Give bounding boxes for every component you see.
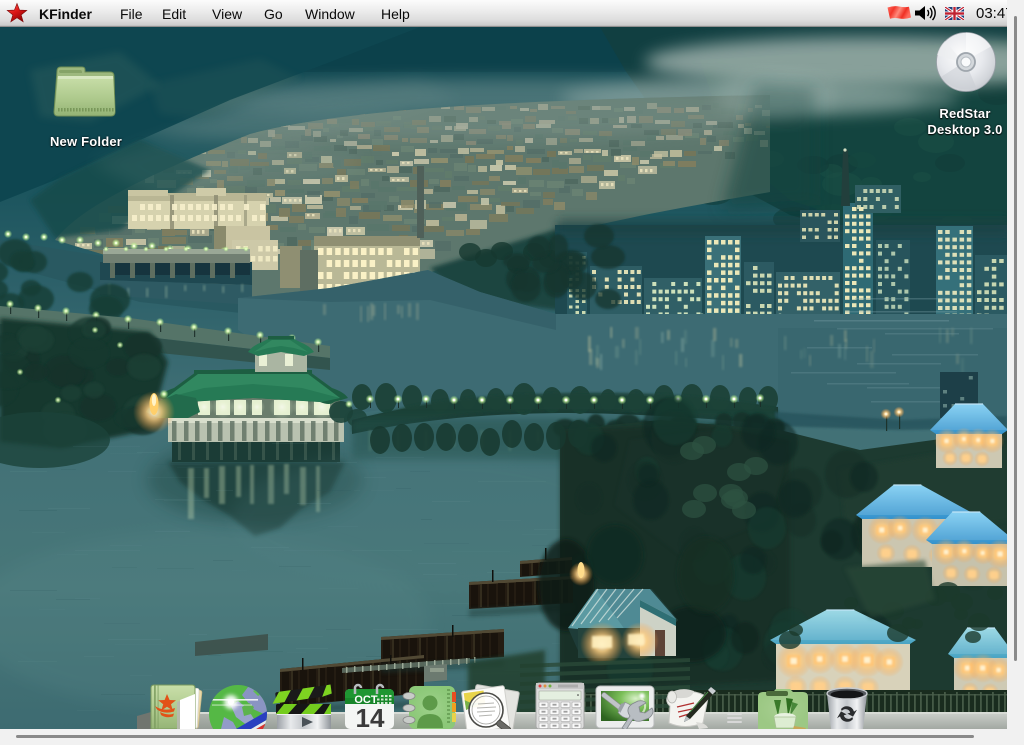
svg-text:14: 14 (356, 703, 385, 729)
